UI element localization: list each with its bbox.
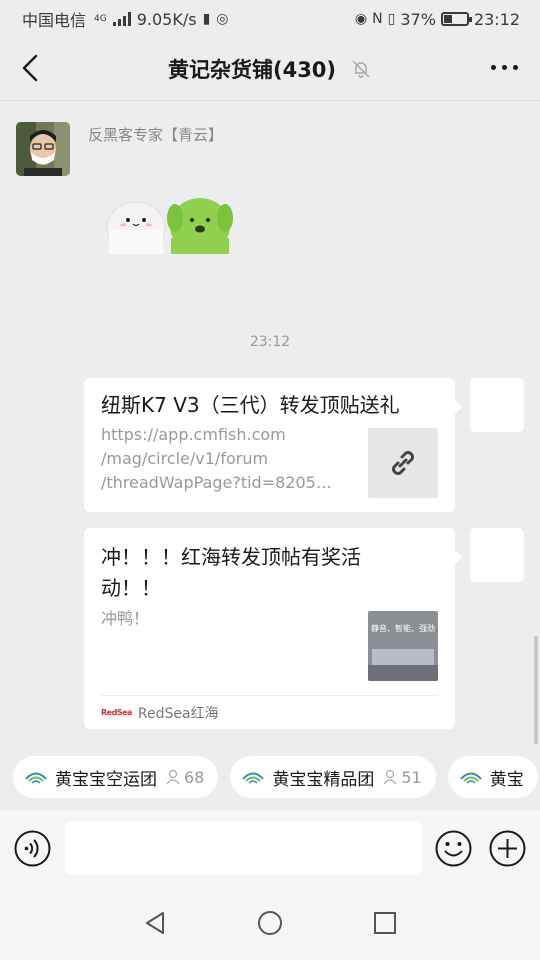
group-logo-icon bbox=[242, 772, 265, 784]
sender-name: 反黑客专家【青云】 bbox=[88, 126, 224, 144]
group-chip[interactable]: 黄宝宝空运团 68 bbox=[13, 756, 219, 798]
voice-input-icon[interactable] bbox=[14, 830, 51, 867]
muted-bell-icon bbox=[352, 60, 370, 78]
system-recents-icon[interactable] bbox=[372, 910, 398, 936]
input-bar bbox=[0, 810, 540, 886]
scrollbar[interactable] bbox=[534, 636, 538, 744]
system-home-icon[interactable] bbox=[257, 910, 283, 936]
member-icon bbox=[383, 769, 397, 785]
sender-avatar[interactable] bbox=[16, 122, 70, 176]
group-member-count: 51 bbox=[401, 767, 422, 787]
message-input[interactable] bbox=[65, 822, 422, 874]
system-back-icon[interactable] bbox=[142, 910, 168, 936]
message-timestamp: 23:12 bbox=[249, 334, 291, 350]
notification-icon: ▮ bbox=[202, 11, 211, 27]
link-icon bbox=[392, 451, 414, 475]
header-divider bbox=[0, 100, 540, 101]
carrier-label: 中国电信 bbox=[22, 11, 87, 30]
article-source-name: RedSea红海 bbox=[137, 705, 219, 722]
redsea-logo: RedSea bbox=[101, 708, 132, 717]
article-card-description: 冲鸭！ bbox=[101, 609, 150, 628]
system-navigation-bar bbox=[0, 886, 540, 960]
more-options-icon[interactable] bbox=[491, 65, 518, 70]
link-card-url-line-1: https://app.cmfish.com bbox=[101, 425, 286, 444]
network-type-label: 4G bbox=[94, 13, 107, 24]
group-chip-name: 黄宝 bbox=[489, 769, 524, 790]
eye-icon: ◉ bbox=[354, 11, 368, 27]
battery-icon bbox=[440, 12, 472, 26]
group-chip-name: 黄宝宝精品团 bbox=[272, 769, 375, 790]
article-card-title-line-2: 动！！ bbox=[101, 576, 161, 600]
signal-icon bbox=[112, 12, 131, 26]
link-thumbnail bbox=[368, 428, 438, 498]
status-bar: 中国电信 4G 9.05K/s ▮ ◎ ◉ N ▯ 37% 23:12 bbox=[0, 0, 540, 38]
vibrate-icon: ▯ bbox=[387, 11, 396, 27]
network-speed: 9.05K/s bbox=[136, 9, 197, 29]
emoji-icon[interactable] bbox=[435, 830, 472, 867]
battery-percent: 37% bbox=[400, 9, 436, 29]
article-card-message[interactable]: 冲！！！红海转发顶帖有奖活 动！！ 冲鸭！ 静音、智能、强劲 RedSea Re… bbox=[84, 528, 462, 729]
link-card-message[interactable]: 纽斯K7 V3（三代）转发顶贴送礼 https://app.cmfish.com… bbox=[84, 378, 462, 512]
thumbnail-caption: 静音、智能、强劲 bbox=[371, 624, 435, 633]
link-card-url-line-3: /threadWapPage?tid=8205… bbox=[101, 473, 332, 492]
clock: 23:12 bbox=[473, 9, 520, 29]
group-logo-icon bbox=[25, 772, 47, 784]
sticker-image[interactable] bbox=[103, 196, 233, 254]
group-chip[interactable]: 黄宝宝精品团 51 bbox=[230, 756, 436, 798]
member-icon bbox=[166, 769, 180, 785]
chat-title: 黄记杂货铺(430) bbox=[167, 58, 337, 82]
link-card-url-line-2: /mag/circle/v1/forum bbox=[101, 449, 269, 468]
group-member-count: 68 bbox=[184, 767, 205, 787]
nfc-icon: N bbox=[372, 11, 383, 27]
link-card-title: 纽斯K7 V3（三代）转发顶贴送礼 bbox=[101, 393, 400, 417]
hotspot-icon: ◎ bbox=[216, 11, 229, 27]
chat-header: 黄记杂货铺(430) bbox=[0, 38, 540, 100]
group-logo-icon bbox=[459, 772, 482, 784]
self-avatar[interactable] bbox=[470, 528, 524, 582]
article-source: RedSea RedSea红海 bbox=[101, 695, 438, 729]
plus-icon[interactable] bbox=[489, 830, 526, 867]
group-chip-name: 黄宝宝空运团 bbox=[55, 769, 157, 790]
self-avatar[interactable] bbox=[470, 378, 524, 432]
article-card-title-line-1: 冲！！！红海转发顶帖有奖活 bbox=[101, 545, 361, 569]
group-shortcut-list: 黄宝宝空运团 68 黄宝宝精品团 51 黄宝 bbox=[0, 744, 540, 810]
article-thumbnail: 静音、智能、强劲 bbox=[368, 611, 438, 681]
back-arrow-icon[interactable] bbox=[16, 52, 46, 84]
group-chip[interactable]: 黄宝 bbox=[447, 756, 538, 798]
